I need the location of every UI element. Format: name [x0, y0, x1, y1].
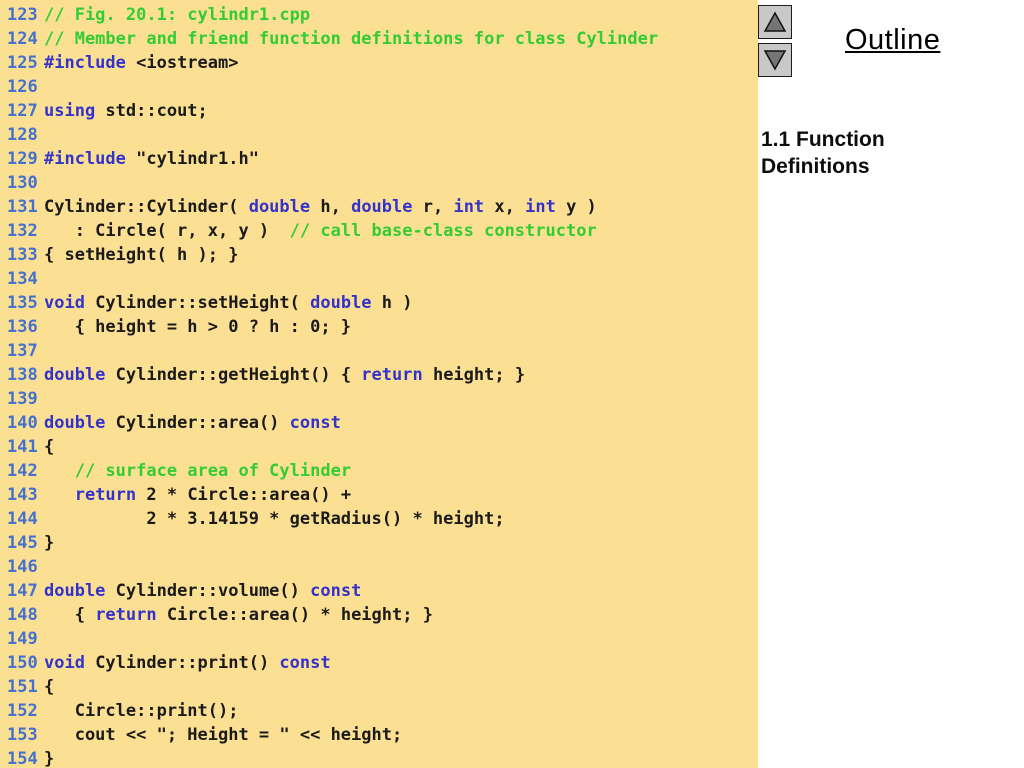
- line-number: 135: [7, 293, 38, 313]
- code-text: double Cylinder::volume() const: [44, 581, 362, 601]
- code-text: double Cylinder::area() const: [44, 413, 341, 433]
- code-text: : Circle( r, x, y ) // call base-class c…: [44, 221, 597, 241]
- line-number: 141: [7, 437, 38, 457]
- code-line: 148 { return Circle::area() * height; }: [0, 603, 758, 627]
- outline-link[interactable]: Outline: [845, 24, 940, 57]
- down-triangle-icon: [763, 48, 787, 72]
- line-number: 132: [7, 221, 38, 241]
- code-line: 153 cout << "; Height = " << height;: [0, 723, 758, 747]
- line-number: 151: [7, 677, 38, 697]
- code-line: 134: [0, 267, 758, 291]
- line-number: 152: [7, 701, 38, 721]
- up-triangle-icon: [763, 10, 787, 34]
- line-number: 147: [7, 581, 38, 601]
- code-line: 150 void Cylinder::print() const: [0, 651, 758, 675]
- code-line: 138 double Cylinder::getHeight() { return…: [0, 363, 758, 387]
- code-text: 2 * 3.14159 * getRadius() * height;: [44, 509, 505, 529]
- code-text: // surface area of Cylinder: [74, 461, 352, 481]
- line-number: 145: [7, 533, 38, 553]
- line-number: 133: [7, 245, 38, 265]
- code-line: 143 return 2 * Circle::area() +: [0, 483, 758, 507]
- line-number: 136: [7, 317, 38, 337]
- scroll-down-button[interactable]: [758, 43, 792, 77]
- code-line: 146: [0, 555, 758, 579]
- line-number: 124: [7, 29, 38, 49]
- line-number: 130: [7, 173, 38, 193]
- code-text: { height = h > 0 ? h : 0; }: [44, 317, 352, 337]
- line-number: 139: [7, 389, 38, 409]
- section-title: 1.1 Function Definitions: [761, 128, 885, 178]
- line-number: 148: [7, 605, 38, 625]
- line-number: 153: [7, 725, 38, 745]
- line-number: 140: [7, 413, 38, 433]
- code-line: 135 void Cylinder::setHeight( double h ): [0, 291, 758, 315]
- code-text: { return Circle::area() * height; }: [44, 605, 433, 625]
- code-panel: 123 // Fig. 20.1: cylindr1.cpp 124 // Membe…: [0, 0, 758, 768]
- line-number: 123: [7, 5, 38, 25]
- line-number: 154: [7, 749, 38, 768]
- code-text: #include "cylindr1.h": [44, 149, 259, 169]
- code-text: Circle::print();: [44, 701, 239, 721]
- code-line: 140 double Cylinder::area() const: [0, 411, 758, 435]
- code-line: 147 double Cylinder::volume() const: [0, 579, 758, 603]
- code-line: 123 // Fig. 20.1: cylindr1.cpp: [0, 3, 758, 27]
- code-line: 145}: [0, 531, 758, 555]
- scroll-up-button[interactable]: [758, 5, 792, 39]
- code-line: 141 {: [0, 435, 758, 459]
- code-line: 124 // Member and friend function definit…: [0, 27, 758, 51]
- code-line: 139: [0, 387, 758, 411]
- code-text: cout << "; Height = " << height;: [44, 725, 403, 745]
- code-line: 128: [0, 123, 758, 147]
- code-line: 127 using std::cout;: [0, 99, 758, 123]
- line-number: 134: [7, 269, 38, 289]
- line-number: 144: [7, 509, 38, 529]
- code-text: // Fig. 20.1: cylindr1.cpp: [44, 5, 311, 25]
- code-line: 136 { height = h > 0 ? h : 0; }: [0, 315, 758, 339]
- code-line: 154}: [0, 747, 758, 768]
- code-line: 149: [0, 627, 758, 651]
- code-line: 144 2 * 3.14159 * getRadius() * height;: [0, 507, 758, 531]
- code-text: double Cylinder::getHeight() { return he…: [44, 365, 526, 385]
- line-number: 137: [7, 341, 38, 361]
- line-number: 131: [7, 197, 38, 217]
- line-number: 128: [7, 125, 38, 145]
- code-text: #include <iostream>: [44, 53, 239, 73]
- line-number: 142: [7, 461, 38, 481]
- code-text: using std::cout;: [44, 101, 208, 121]
- code-text: void Cylinder::print() const: [44, 653, 331, 673]
- code-line: 126: [0, 75, 758, 99]
- line-number: 127: [7, 101, 38, 121]
- code-line: 131 Cylinder::Cylinder( double h, double …: [0, 195, 758, 219]
- code-line: 151 {: [0, 675, 758, 699]
- code-line: 137: [0, 339, 758, 363]
- code-line: 152 Circle::print();: [0, 699, 758, 723]
- code-text: {: [44, 677, 55, 697]
- line-number: 150: [7, 653, 38, 673]
- code-text: Cylinder::Cylinder( double h, double r, …: [44, 197, 597, 217]
- code-text: return 2 * Circle::area() +: [74, 485, 352, 505]
- code-line: 129 #include "cylindr1.h": [0, 147, 758, 171]
- line-number: 149: [7, 629, 38, 649]
- code-text: { setHeight( h ); }: [44, 245, 239, 265]
- code-text: {: [44, 437, 55, 457]
- code-line: 130: [0, 171, 758, 195]
- code-text: }: [44, 533, 55, 553]
- slide-root: 123 // Fig. 20.1: cylindr1.cpp 124 // Membe…: [0, 0, 1024, 768]
- line-number: 125: [7, 53, 38, 73]
- code-line: 132 : Circle( r, x, y ) // call base-cla…: [0, 219, 758, 243]
- line-number: 146: [7, 557, 38, 577]
- line-number: 143: [7, 485, 38, 505]
- code-line: 133 { setHeight( h ); }: [0, 243, 758, 267]
- code-line: 125 #include <iostream>: [0, 51, 758, 75]
- line-number: 126: [7, 77, 38, 97]
- line-number: 129: [7, 149, 38, 169]
- code-text: void Cylinder::setHeight( double h ): [44, 293, 413, 313]
- code-text: }: [44, 749, 55, 768]
- line-number: 138: [7, 365, 38, 385]
- code-text: // Member and friend function definition…: [44, 29, 659, 49]
- code-line: 142 // surface area of Cylinder: [0, 459, 758, 483]
